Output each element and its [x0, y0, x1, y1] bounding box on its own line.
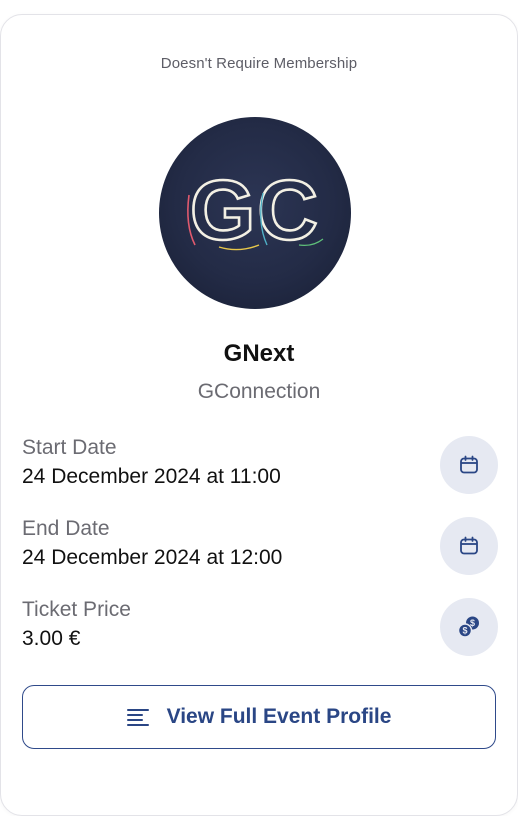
ticket-price-label: Ticket Price: [22, 598, 131, 621]
svg-text:$: $: [462, 626, 467, 636]
logo-text: GC: [190, 163, 320, 257]
event-organizer: GConnection: [197, 380, 321, 403]
end-date-row: End Date 24 December 2024 at 12:00: [22, 517, 498, 579]
start-date-value: 24 December 2024 at 11:00: [22, 465, 281, 488]
ticket-price-row: Ticket Price 3.00 € $ $: [22, 598, 498, 660]
event-logo-avatar: GC: [159, 117, 351, 309]
coins-icon: $ $: [457, 616, 479, 638]
gc-logo-icon: GC: [187, 162, 324, 258]
view-full-event-profile-button[interactable]: View Full Event Profile: [22, 685, 496, 749]
calendar-icon: [460, 455, 478, 474]
calendar-icon: [460, 536, 478, 555]
ticket-price-value: 3.00 €: [22, 627, 81, 650]
list-icon: [126, 709, 149, 726]
svg-text:$: $: [470, 618, 475, 628]
event-title: GNext: [223, 340, 295, 367]
view-full-event-profile-label: View Full Event Profile: [166, 705, 392, 728]
membership-note: Doesn't Require Membership: [160, 55, 358, 72]
start-date-label: Start Date: [22, 436, 117, 459]
ticket-price-button[interactable]: $ $: [440, 598, 498, 656]
end-date-label: End Date: [22, 517, 110, 540]
start-date-row: Start Date 24 December 2024 at 11:00: [22, 436, 498, 498]
end-date-calendar-button[interactable]: [440, 517, 498, 575]
end-date-value: 24 December 2024 at 12:00: [22, 546, 283, 569]
start-date-calendar-button[interactable]: [440, 436, 498, 494]
